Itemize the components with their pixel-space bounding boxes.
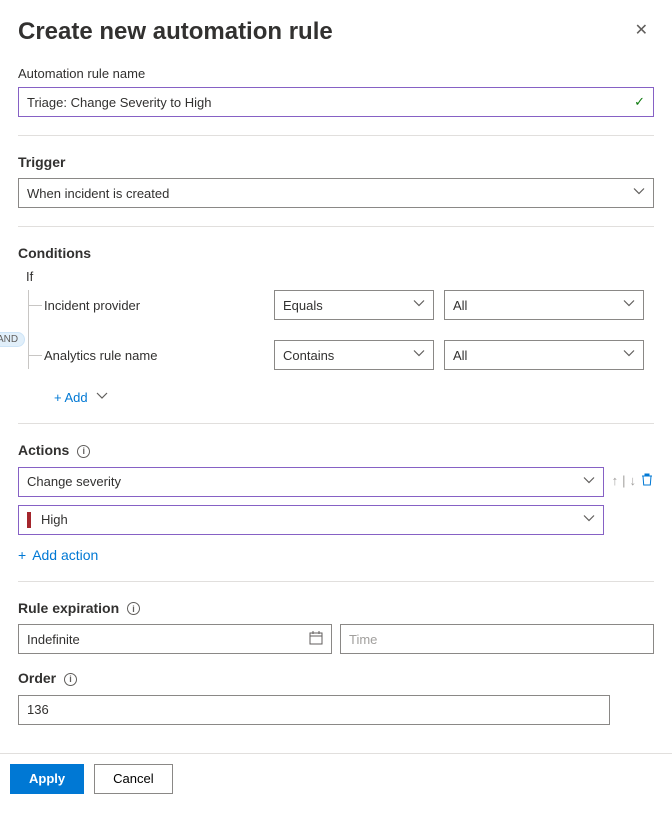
and-badge: AND (0, 332, 25, 347)
order-heading: Order i (18, 670, 654, 687)
condition-operator-value: Contains (283, 348, 334, 363)
order-heading-text: Order (18, 670, 56, 686)
expiration-time-placeholder: Time (349, 632, 377, 647)
move-up-icon[interactable]: ↑ (612, 473, 619, 490)
delete-icon[interactable] (640, 473, 654, 490)
condition-row: Analytics rule name Contains All (44, 340, 654, 370)
trigger-value: When incident is created (27, 186, 169, 201)
condition-field-label: Analytics rule name (44, 348, 264, 363)
condition-operator-value: Equals (283, 298, 323, 313)
condition-value-select[interactable]: All (444, 290, 644, 320)
chevron-down-icon (96, 390, 108, 405)
chevron-down-icon (413, 298, 425, 313)
divider (18, 581, 654, 582)
condition-operator-select[interactable]: Contains (274, 340, 434, 370)
divider (18, 423, 654, 424)
severity-select[interactable]: High (18, 505, 604, 535)
chevron-down-icon (623, 348, 635, 363)
cancel-button[interactable]: Cancel (94, 764, 172, 794)
move-down-icon[interactable]: ↓ (630, 473, 637, 490)
chevron-down-icon (413, 348, 425, 363)
info-icon[interactable]: i (64, 673, 77, 686)
order-input[interactable]: 136 (18, 695, 610, 725)
expiration-date-input[interactable]: Indefinite (18, 624, 332, 654)
close-icon[interactable]: ✕ (629, 18, 654, 42)
chevron-down-icon (633, 186, 645, 201)
add-condition-label: + Add (54, 390, 88, 405)
expiration-date-value: Indefinite (27, 632, 80, 647)
chevron-down-icon (583, 512, 595, 527)
condition-value: All (453, 298, 467, 313)
add-condition-link[interactable]: + Add (54, 390, 108, 405)
apply-button[interactable]: Apply (10, 764, 84, 794)
expiration-heading: Rule expiration i (18, 600, 654, 617)
if-label: If (26, 269, 654, 284)
divider-icon: | (622, 473, 625, 490)
actions-heading-text: Actions (18, 442, 69, 458)
trigger-heading: Trigger (18, 154, 654, 170)
info-icon[interactable]: i (77, 445, 90, 458)
actions-heading: Actions i (18, 442, 654, 459)
expiration-heading-text: Rule expiration (18, 600, 119, 616)
divider (18, 135, 654, 136)
add-action-link[interactable]: + Add action (18, 547, 98, 563)
condition-value: All (453, 348, 467, 363)
severity-value: High (41, 512, 68, 527)
tree-line (28, 290, 29, 369)
add-action-label: Add action (32, 547, 98, 563)
action-type-select[interactable]: Change severity (18, 467, 604, 497)
chevron-down-icon (623, 298, 635, 313)
severity-color-bar (27, 512, 31, 528)
condition-value-select[interactable]: All (444, 340, 644, 370)
info-icon[interactable]: i (127, 602, 140, 615)
conditions-heading: Conditions (18, 245, 654, 261)
expiration-time-input[interactable]: Time (340, 624, 654, 654)
page-title: Create new automation rule (18, 18, 333, 46)
trigger-select[interactable]: When incident is created (18, 178, 654, 208)
chevron-down-icon (583, 474, 595, 489)
rule-name-value: Triage: Change Severity to High (27, 95, 212, 110)
checkmark-icon: ✓ (634, 94, 645, 110)
plus-icon: + (18, 547, 26, 563)
order-value: 136 (27, 702, 49, 717)
condition-field-label: Incident provider (44, 298, 264, 313)
rule-name-input[interactable]: Triage: Change Severity to High ✓ (18, 87, 654, 117)
rule-name-label: Automation rule name (18, 66, 654, 81)
divider (18, 226, 654, 227)
action-type-value: Change severity (27, 474, 121, 489)
calendar-icon (309, 631, 323, 648)
condition-row: Incident provider Equals All (44, 290, 654, 320)
condition-operator-select[interactable]: Equals (274, 290, 434, 320)
